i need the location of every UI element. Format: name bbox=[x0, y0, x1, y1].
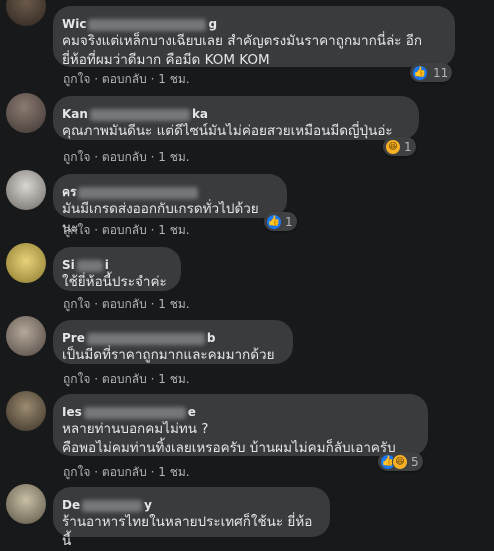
commenter-name[interactable]: Wic g bbox=[62, 17, 217, 32]
timestamp[interactable]: 1 ชม. bbox=[158, 72, 189, 86]
comment-bubble: Si i ใช้ยี่ห้อนี้ประจำค่ะ bbox=[53, 247, 181, 291]
haha-icon: 😆 bbox=[392, 453, 408, 470]
separator: · bbox=[150, 223, 155, 237]
comment-actions: ถูกใจ · ตอบกลับ · 1 ชม. bbox=[63, 371, 190, 387]
reply-link[interactable]: ตอบกลับ bbox=[102, 372, 147, 386]
comment-bubble: Kan ka คุณภาพมันดีนะ แต่ดีไซน์มันไม่ค่อยส… bbox=[53, 96, 419, 140]
separator: · bbox=[94, 297, 99, 311]
like-link[interactable]: ถูกใจ bbox=[63, 465, 90, 479]
timestamp[interactable]: 1 ชม. bbox=[158, 465, 189, 479]
separator: · bbox=[150, 372, 155, 386]
separator: · bbox=[150, 297, 155, 311]
reaction-summary[interactable]: 👍 😆 5 bbox=[378, 452, 423, 471]
separator: · bbox=[94, 465, 99, 479]
comment-text: หลายท่านบอกคมไม่ทน ? คือพอไม่คมท่านทิ้งเ… bbox=[62, 421, 396, 456]
timestamp[interactable]: 1 ชม. bbox=[158, 223, 189, 237]
commenter-name[interactable]: Kan ka bbox=[62, 107, 208, 122]
like-link[interactable]: ถูกใจ bbox=[63, 72, 90, 86]
timestamp[interactable]: 1 ชม. bbox=[158, 150, 189, 164]
comment-actions: ถูกใจ · ตอบกลับ · 1 ชม. bbox=[63, 149, 190, 165]
timestamp[interactable]: 1 ชม. bbox=[158, 372, 189, 386]
avatar[interactable] bbox=[6, 316, 46, 356]
separator: · bbox=[94, 372, 99, 386]
comment-text: ใช้ยี่ห้อนี้ประจำค่ะ bbox=[62, 274, 167, 290]
separator: · bbox=[150, 465, 155, 479]
reaction-count: 1 bbox=[285, 214, 293, 229]
reply-link[interactable]: ตอบกลับ bbox=[102, 297, 147, 311]
avatar[interactable] bbox=[6, 0, 46, 26]
commenter-name[interactable]: Pre b bbox=[62, 331, 215, 346]
commenter-name[interactable]: De y bbox=[62, 498, 152, 513]
commenter-name[interactable]: Si i bbox=[62, 258, 109, 273]
like-link[interactable]: ถูกใจ bbox=[63, 372, 90, 386]
comment-bubble: Wic g คมจริงแต่เหล็กบางเฉียบเลย สำคัญตรงม… bbox=[53, 6, 455, 68]
reply-link[interactable]: ตอบกลับ bbox=[102, 465, 147, 479]
comment-text: คุณภาพมันดีนะ แต่ดีไซน์มันไม่ค่อยสวยเหมื… bbox=[62, 123, 393, 139]
separator: · bbox=[150, 150, 155, 164]
separator: · bbox=[94, 150, 99, 164]
comment-text: ร้านอาหารไทยในหลายประเทศก็ใช้นะ ยี่ห้อนี… bbox=[62, 514, 313, 549]
comment-bubble: Ies e หลายท่านบอกคมไม่ทน ? คือพอไม่คมท่าน… bbox=[53, 394, 428, 456]
reaction-summary[interactable]: 👍 1 bbox=[264, 212, 297, 231]
commenter-name[interactable]: คร bbox=[62, 185, 200, 200]
comment-actions: ถูกใจ · ตอบกลับ · 1 ชม. bbox=[63, 464, 190, 480]
like-icon: 👍 bbox=[266, 213, 282, 230]
reaction-count: 11 bbox=[433, 65, 449, 80]
comment-bubble: Pre b เป็นมีดที่ราคาถูกมากและคมมากด้วย bbox=[53, 320, 293, 364]
reply-link[interactable]: ตอบกลับ bbox=[102, 72, 147, 86]
reaction-count: 5 bbox=[411, 454, 419, 469]
avatar[interactable] bbox=[6, 391, 46, 431]
separator: · bbox=[94, 223, 99, 237]
like-link[interactable]: ถูกใจ bbox=[63, 223, 90, 237]
separator: · bbox=[94, 72, 99, 86]
commenter-name[interactable]: Ies e bbox=[62, 405, 196, 420]
comment-actions: ถูกใจ · ตอบกลับ · 1 ชม. bbox=[63, 222, 190, 238]
reaction-count: 1 bbox=[404, 139, 412, 154]
haha-icon: 😆 bbox=[385, 138, 401, 155]
separator: · bbox=[150, 72, 155, 86]
like-link[interactable]: ถูกใจ bbox=[63, 297, 90, 311]
reaction-summary[interactable]: 👍 11 bbox=[410, 63, 453, 82]
like-link[interactable]: ถูกใจ bbox=[63, 150, 90, 164]
timestamp[interactable]: 1 ชม. bbox=[158, 297, 189, 311]
comment-bubble: คร มันมีเกรดส่งออกกับเกรดทั่วไปด้วยนะ bbox=[53, 174, 287, 236]
avatar[interactable] bbox=[6, 93, 46, 133]
reply-link[interactable]: ตอบกลับ bbox=[102, 223, 147, 237]
like-icon: 👍 bbox=[412, 64, 428, 81]
reply-link[interactable]: ตอบกลับ bbox=[102, 150, 147, 164]
comment-actions: ถูกใจ · ตอบกลับ · 1 ชม. bbox=[63, 296, 190, 312]
comment-text: คมจริงแต่เหล็กบางเฉียบเลย สำคัญตรงมันราค… bbox=[62, 33, 423, 68]
avatar[interactable] bbox=[6, 484, 46, 524]
avatar[interactable] bbox=[6, 243, 46, 283]
avatar[interactable] bbox=[6, 170, 46, 210]
comment-actions: ถูกใจ · ตอบกลับ · 1 ชม. bbox=[63, 71, 190, 87]
reaction-summary[interactable]: 😆 1 bbox=[383, 137, 416, 156]
comment-text: เป็นมีดที่ราคาถูกมากและคมมากด้วย bbox=[62, 347, 275, 363]
